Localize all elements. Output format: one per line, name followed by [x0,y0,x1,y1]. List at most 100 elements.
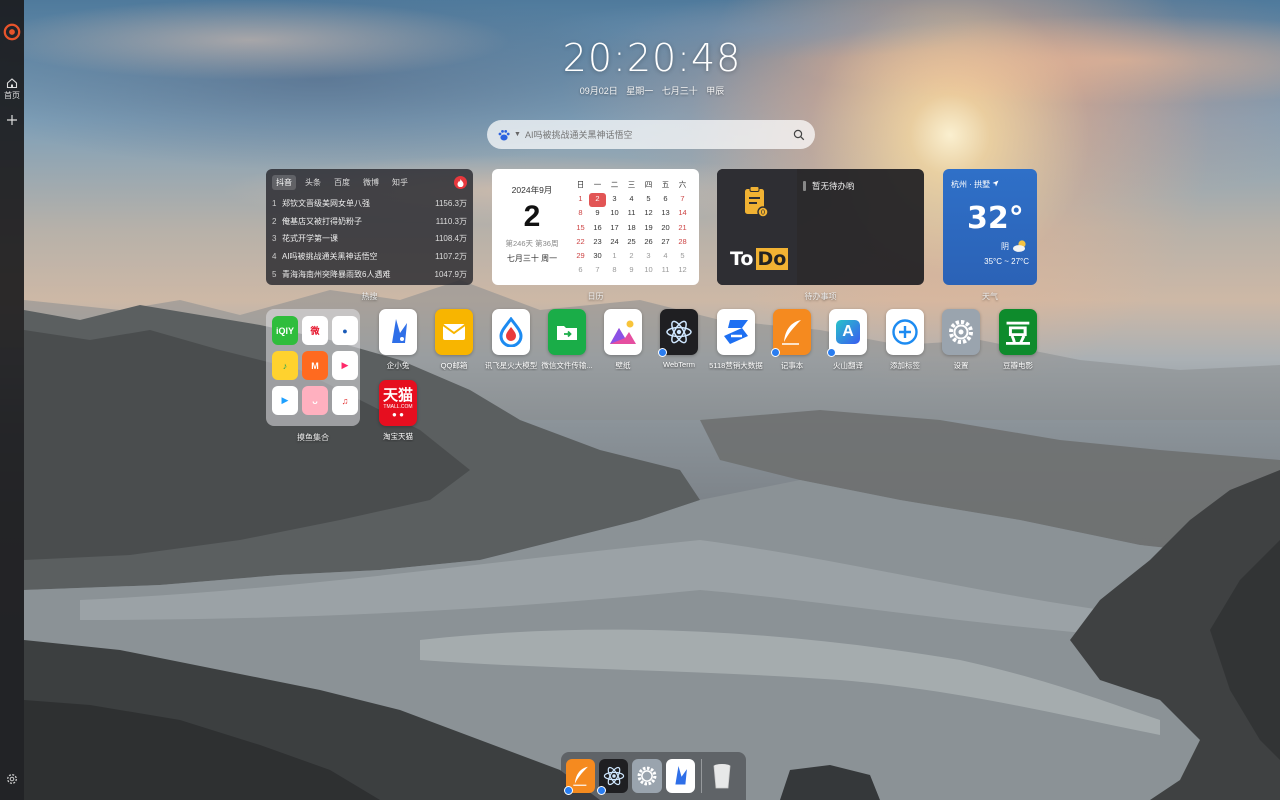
calendar-day-cell[interactable]: 9 [589,207,606,221]
calendar-day-cell[interactable]: 16 [589,222,606,236]
calendar-day-cell[interactable]: 21 [674,222,691,236]
calendar-widget[interactable]: 2024年9月 2 第246天 第36周 七月三十 周一 日一二三四五六1234… [492,169,699,285]
calendar-day-cell[interactable]: 7 [674,193,691,207]
dock-notepad-icon[interactable] [564,759,596,795]
calendar-day-cell[interactable]: 5 [674,250,691,264]
calendar-day-cell[interactable]: 22 [572,236,589,250]
calendar-day-cell[interactable]: 2 [589,193,606,208]
tencent-video-blue-icon[interactable]: ● [332,316,358,345]
calendar-day-cell[interactable]: 8 [572,207,589,221]
calendar-day-cell[interactable]: 5 [640,193,657,207]
app-5118-marketing[interactable]: 5118营销大数据 [708,309,764,371]
app-volcano-translate[interactable]: A 火山翻译 [820,309,876,371]
tab-weibo[interactable]: 微博 [359,175,383,190]
tab-douyin[interactable]: 抖音 [272,175,296,190]
dock-trash-icon[interactable] [708,759,737,793]
hot-title[interactable]: 青海海南州突降暴雨致6人遇难 [282,269,435,280]
hot-title[interactable]: 郑钦文晋级美网女单八强 [282,198,435,209]
dock-qixiaotu-icon[interactable] [665,759,695,793]
calendar-day-cell[interactable]: 9 [623,264,640,278]
list-item[interactable]: 1 郑钦文晋级美网女单八强 1156.3万 [272,195,467,213]
calendar-day-cell[interactable]: 24 [606,236,623,250]
calendar-day-cell[interactable]: 11 [657,264,674,278]
list-item[interactable]: 2 俺基店又被打得奶粉子 1110.3万 [272,213,467,231]
app-wechat-file-transfer[interactable]: 微信文件传输... [539,309,595,371]
weather-widget[interactable]: 杭州 · 拱墅 32° 阴 35°C ~ 27°C [943,169,1037,285]
app-webterm[interactable]: WebTerm [651,309,707,369]
baidu-paw-icon[interactable] [497,128,511,142]
mango-tv-icon[interactable]: M [302,351,328,380]
dock-webterm-icon[interactable] [597,759,629,795]
calendar-day-cell[interactable]: 1 [572,193,589,207]
calendar-day-cell[interactable]: 8 [606,264,623,278]
calendar-day-cell[interactable]: 18 [623,222,640,236]
calendar-day-cell[interactable]: 12 [640,207,657,221]
youku-icon[interactable]: ▶ [332,351,358,380]
hot-title[interactable]: AI吗被挑战通关黑神话悟空 [282,251,435,262]
settings-gear-icon[interactable] [5,772,19,786]
hot-title[interactable]: 俺基店又被打得奶粉子 [282,216,436,227]
calendar-day-cell[interactable]: 1 [606,250,623,264]
calendar-day-cell[interactable]: 10 [606,207,623,221]
douyin-netease-icon[interactable]: ♫ [332,386,358,415]
calendar-day-cell[interactable]: 12 [674,264,691,278]
calendar-day-cell[interactable]: 10 [640,264,657,278]
tencent-video-icon[interactable]: ▶ [272,386,298,415]
calendar-day-cell[interactable]: 6 [572,264,589,278]
list-item[interactable]: 5 青海海南州突降暴雨致6人遇难 1047.9万 [272,265,467,283]
iqiyi-icon[interactable]: iQIY [272,316,298,345]
hot-title[interactable]: 花式开学第一课 [282,233,435,244]
tab-toutiao[interactable]: 头条 [301,175,325,190]
app-qq-mail[interactable]: QQ邮箱 [426,309,482,371]
list-item[interactable]: 4 AI吗被挑战通关黑神话悟空 1107.2万 [272,248,467,266]
calendar-weekday-header: 二 [610,180,619,189]
calendar-day-cell[interactable]: 4 [623,193,640,207]
app-xunfei-spark[interactable]: 讯飞星火大模型 [483,309,539,371]
calendar-day-cell[interactable]: 15 [572,222,589,236]
qq-music-icon[interactable]: ♪ [272,351,298,380]
calendar-day-cell[interactable]: 11 [623,207,640,221]
calendar-day-cell[interactable]: 20 [657,222,674,236]
calendar-day-cell[interactable]: 27 [657,236,674,250]
calendar-day-cell[interactable]: 3 [606,193,623,207]
calendar-day-cell[interactable]: 28 [674,236,691,250]
todo-caption: 待办事项 [804,292,837,301]
app-add-tag[interactable]: 添加标签 [877,309,933,371]
app-logo-icon[interactable] [3,23,21,41]
calendar-day-cell[interactable]: 14 [674,207,691,221]
app-notepad[interactable]: 记事本 [764,309,820,371]
hot-search-widget[interactable]: 抖音 头条 百度 微博 知乎 1 郑钦文晋级美网女单八强 1156.3万 2 俺… [266,169,473,285]
engine-dropdown-icon[interactable]: ▼ [514,131,521,138]
search-bar[interactable]: ▼ [487,120,815,149]
calendar-day-cell[interactable]: 2 [623,250,640,264]
calendar-day-cell[interactable]: 30 [589,250,606,264]
calendar-day-cell[interactable]: 17 [606,222,623,236]
calendar-day-cell[interactable]: 3 [640,250,657,264]
todo-widget[interactable]: 0 To Do 暂无待办哟 [717,169,924,285]
calendar-day-cell[interactable]: 13 [657,207,674,221]
calendar-day-cell[interactable]: 29 [572,250,589,264]
tab-baidu[interactable]: 百度 [330,175,354,190]
bilibili-icon[interactable]: ᴗ [302,386,328,415]
dock-settings-icon[interactable] [632,759,662,793]
app-douban-movie[interactable]: 豆 豆瓣电影 [990,309,1046,371]
sidebar-item-home[interactable]: 首页 [4,77,20,101]
calendar-day-cell[interactable]: 25 [623,236,640,250]
app-wallpaper[interactable]: 壁纸 [595,309,651,371]
calendar-day-cell[interactable]: 4 [657,250,674,264]
add-page-button[interactable] [6,111,18,129]
calendar-day-cell[interactable]: 6 [657,193,674,207]
app-settings[interactable]: 设置 [933,309,989,371]
tab-zhihu[interactable]: 知乎 [388,175,412,190]
search-input[interactable] [524,129,793,140]
search-icon[interactable] [793,129,805,141]
app-qixiaotu[interactable]: 企小兔 [370,309,426,371]
calendar-day-cell[interactable]: 7 [589,264,606,278]
weibo-icon[interactable]: 微 [302,316,328,345]
calendar-day-cell[interactable]: 19 [640,222,657,236]
calendar-day-cell[interactable]: 26 [640,236,657,250]
app-folder[interactable]: iQIY 微 ● ♪ M ▶ ▶ ᴗ ♫ [266,309,360,426]
list-item[interactable]: 3 花式开学第一课 1108.4万 [272,230,467,248]
calendar-day-cell[interactable]: 23 [589,236,606,250]
app-taobao-tmall[interactable]: 天猫 TMALL.COM ● ● 淘宝天猫 [370,380,426,442]
